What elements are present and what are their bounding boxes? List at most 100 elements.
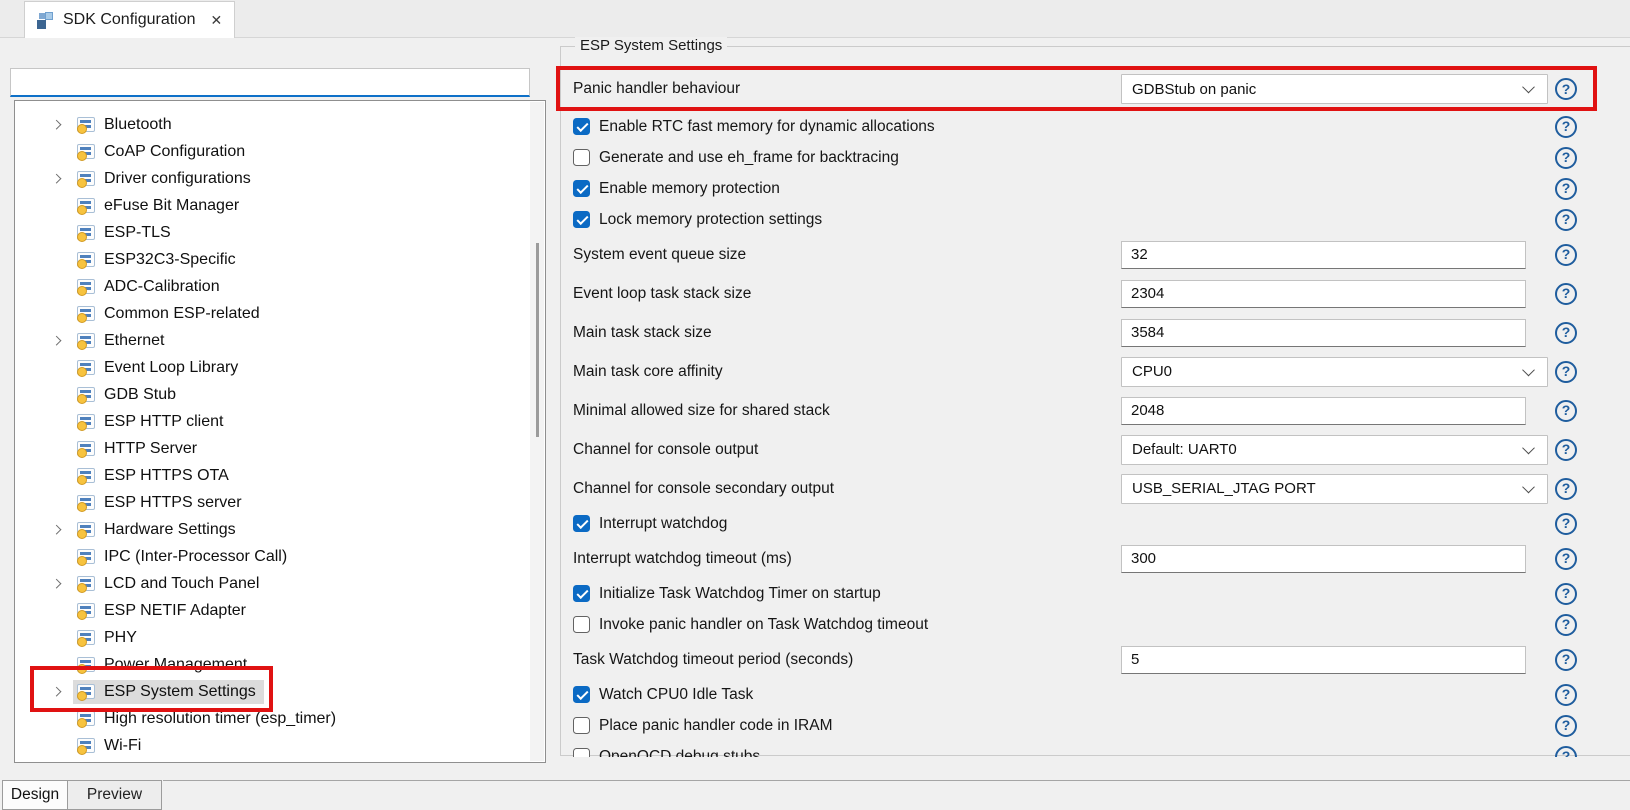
setting-dropdown[interactable]: CPU0 [1121,357,1548,387]
tree-item[interactable]: Common ESP-related [15,300,545,327]
tree-item[interactable]: Wi-Fi [15,732,545,759]
tab-sdk-configuration[interactable]: SDK Configuration ✕ [24,1,235,38]
chevron-right-icon[interactable] [52,335,62,345]
tree-item-content[interactable]: Event Loop Library [73,356,246,380]
help-icon[interactable]: ? [1555,583,1577,605]
tree-item-content[interactable]: Power Management [73,653,255,677]
tree-item-content[interactable]: eFuse Bit Manager [73,194,247,218]
help-icon[interactable]: ? [1555,400,1577,422]
tab-design[interactable]: Design [2,780,68,810]
tree-item-content[interactable]: GDB Stub [73,383,184,407]
checkbox[interactable] [573,211,590,228]
tree-item[interactable]: PHY [15,624,545,651]
close-icon[interactable]: ✕ [211,12,223,29]
checkbox[interactable] [573,180,590,197]
tree-item-content[interactable]: Driver configurations [73,167,259,191]
setting-text-input[interactable] [1121,646,1526,674]
chevron-right-icon[interactable] [52,119,62,129]
help-icon[interactable]: ? [1555,684,1577,706]
tree-item[interactable]: Power Management [15,651,545,678]
checkbox[interactable] [573,118,590,135]
help-icon[interactable]: ? [1555,78,1577,100]
setting-dropdown[interactable]: GDBStub on panic [1121,74,1548,104]
tree-scrollbar[interactable] [530,102,544,761]
help-icon[interactable]: ? [1555,244,1577,266]
setting-dropdown[interactable]: Default: UART0 [1121,435,1548,465]
tree-item[interactable]: ESP HTTP client [15,408,545,435]
tree-item-content[interactable]: ESP HTTPS OTA [73,464,237,488]
help-icon[interactable]: ? [1555,322,1577,344]
tree-item[interactable]: eFuse Bit Manager [15,192,545,219]
tree-item-content[interactable]: ESP NETIF Adapter [73,599,254,623]
checkbox[interactable] [573,616,590,633]
tree-item[interactable]: ADC-Calibration [15,273,545,300]
help-icon[interactable]: ? [1555,513,1577,535]
tree-item-content[interactable]: ESP-TLS [73,221,179,245]
help-icon[interactable]: ? [1555,478,1577,500]
checkbox[interactable] [573,515,590,532]
tree-item[interactable]: Ethernet [15,327,545,354]
chevron-right-icon[interactable] [52,686,62,696]
tree-item-content[interactable]: High resolution timer (esp_timer) [73,707,344,731]
help-icon[interactable]: ? [1555,439,1577,461]
tree-item-content[interactable]: Bluetooth [73,113,180,137]
tree-item-content[interactable]: Common ESP-related [73,302,268,326]
tree-item[interactable]: Event Loop Library [15,354,545,381]
checkbox[interactable] [573,717,590,734]
tree-filter-input[interactable] [10,68,530,97]
tree-item-content[interactable]: Ethernet [73,329,172,353]
tree-item[interactable]: Hardware Settings [15,516,545,543]
tab-preview[interactable]: Preview [67,780,162,810]
help-icon[interactable]: ? [1555,147,1577,169]
tree-item[interactable]: ESP32C3-Specific [15,246,545,273]
help-icon[interactable]: ? [1555,746,1577,758]
tree-item-content[interactable]: ESP HTTP client [73,410,231,434]
tree-item-content[interactable]: LCD and Touch Panel [73,572,267,596]
help-icon[interactable]: ? [1555,209,1577,231]
tree-item-content[interactable]: ESP System Settings [73,680,264,704]
help-icon[interactable]: ? [1555,614,1577,636]
setting-text-input[interactable] [1121,241,1526,269]
checkbox[interactable] [573,149,590,166]
tree-item-content[interactable]: ADC-Calibration [73,275,228,299]
chevron-right-icon[interactable] [52,173,62,183]
scrollbar-thumb[interactable] [536,243,539,437]
tree-item[interactable]: IPC (Inter-Processor Call) [15,543,545,570]
setting-text-input[interactable] [1121,319,1526,347]
tree-item[interactable]: ESP System Settings [15,678,545,705]
tree-item[interactable]: Driver configurations [15,165,545,192]
help-icon[interactable]: ? [1555,548,1577,570]
checkbox[interactable] [573,686,590,703]
tree-item-content[interactable]: PHY [73,626,145,650]
help-icon[interactable]: ? [1555,178,1577,200]
setting-dropdown[interactable]: USB_SERIAL_JTAG PORT [1121,474,1548,504]
chevron-right-icon[interactable] [52,578,62,588]
tree-item-content[interactable]: ESP32C3-Specific [73,248,244,272]
tree-item[interactable]: Bluetooth [15,111,545,138]
checkbox[interactable] [573,585,590,602]
setting-text-input[interactable] [1121,280,1526,308]
help-icon[interactable]: ? [1555,361,1577,383]
tree-item[interactable]: LCD and Touch Panel [15,570,545,597]
tree-item[interactable]: High resolution timer (esp_timer) [15,705,545,732]
tree-item[interactable]: ESP HTTPS server [15,489,545,516]
tree-item-content[interactable]: ESP HTTPS server [73,491,250,515]
tree-item[interactable]: GDB Stub [15,381,545,408]
tree-item-content[interactable]: IPC (Inter-Processor Call) [73,545,295,569]
tree-item-content[interactable]: HTTP Server [73,437,205,461]
help-icon[interactable]: ? [1555,116,1577,138]
tree-item[interactable]: CoAP Configuration [15,138,545,165]
help-icon[interactable]: ? [1555,649,1577,671]
tree-item[interactable]: ESP HTTPS OTA [15,462,545,489]
setting-text-input[interactable] [1121,397,1526,425]
setting-text-input[interactable] [1121,545,1526,573]
tree-item[interactable]: ESP NETIF Adapter [15,597,545,624]
checkbox[interactable] [573,748,590,757]
chevron-right-icon[interactable] [52,524,62,534]
tree-item-content[interactable]: Hardware Settings [73,518,244,542]
help-icon[interactable]: ? [1555,715,1577,737]
help-icon[interactable]: ? [1555,283,1577,305]
tree-item[interactable]: ESP-TLS [15,219,545,246]
tree-item-content[interactable]: CoAP Configuration [73,140,253,164]
tree-item[interactable]: HTTP Server [15,435,545,462]
